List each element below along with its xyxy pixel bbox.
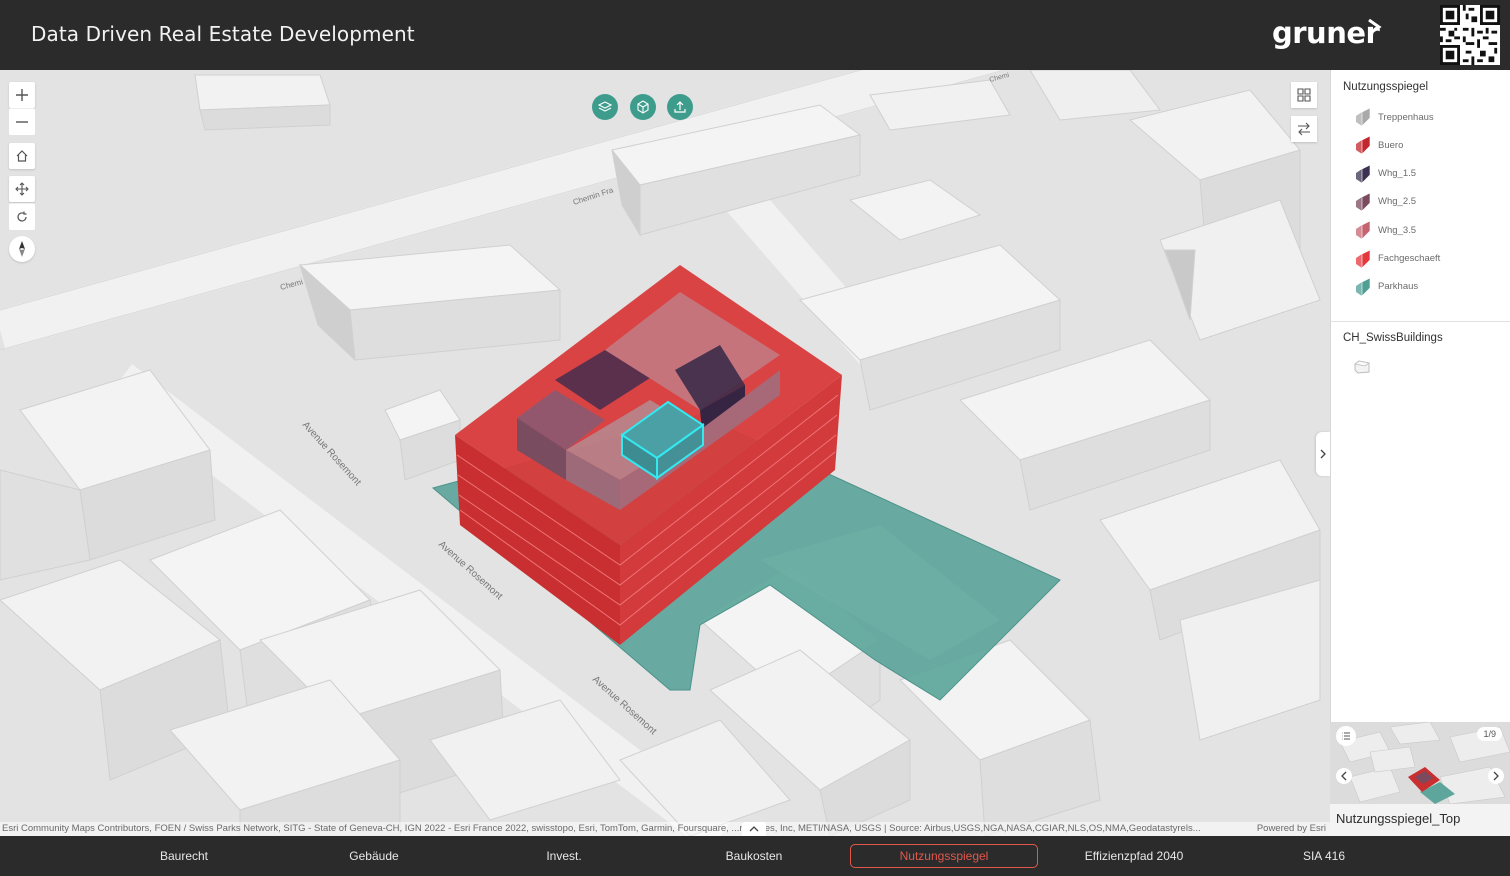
- slide-carousel[interactable]: 1/9 Nutzungsspiegel_Top: [1330, 722, 1510, 836]
- bottom-tab-bar: Baurecht Gebäude Invest. Baukosten Nutzungss…: [0, 836, 1510, 876]
- compass-button[interactable]: [9, 236, 35, 262]
- slide-list-button[interactable]: [1336, 726, 1356, 746]
- tab-baukosten[interactable]: Baukosten: [660, 844, 848, 868]
- minus-icon: [16, 121, 28, 123]
- tab-effizienzpfad-2040[interactable]: Effizienzpfad 2040: [1040, 844, 1228, 868]
- upload-button[interactable]: [667, 94, 693, 120]
- legend-item: Whg_2.5: [1353, 191, 1416, 213]
- pan-icon: [15, 182, 29, 196]
- map-attribution: Esri Community Maps Contributors, FOEN /…: [0, 822, 1330, 836]
- tab-geb-ude[interactable]: Gebäude: [280, 844, 468, 868]
- pan-button[interactable]: [9, 176, 35, 202]
- legend-divider: [1331, 321, 1510, 322]
- qr-code-icon: [1440, 5, 1500, 65]
- tab-invest[interactable]: Invest.: [470, 844, 658, 868]
- tab-nutzungsspiegel[interactable]: Nutzungsspiegel: [850, 844, 1038, 868]
- chevron-left-icon: [1341, 771, 1347, 781]
- app-header: Data Driven Real Estate Development grun…: [0, 0, 1510, 70]
- legend-item: Parkhaus: [1353, 276, 1418, 298]
- app-title: Data Driven Real Estate Development: [31, 22, 415, 46]
- legend-item-label: Buero: [1378, 139, 1404, 151]
- slide-prev-button[interactable]: [1336, 768, 1352, 784]
- chevron-right-icon: [1320, 449, 1326, 459]
- legend-item: Buero: [1353, 134, 1403, 156]
- slide-title: Nutzungsspiegel_Top: [1336, 811, 1461, 826]
- zoom-out-button[interactable]: [9, 108, 35, 135]
- legend-swatch-icon: [1356, 277, 1371, 297]
- qr-toggle-button[interactable]: [1291, 82, 1317, 108]
- slide-next-button[interactable]: [1488, 768, 1504, 784]
- swap-button[interactable]: [1291, 116, 1317, 142]
- legend-item-label: Parkhaus: [1378, 281, 1419, 293]
- legend-title: Nutzungsspiegel: [1343, 81, 1429, 93]
- tab-baurecht[interactable]: Baurecht: [90, 844, 278, 868]
- layers-button[interactable]: [592, 94, 618, 120]
- legend-swatch-icon: [1356, 135, 1371, 156]
- zoom-in-button[interactable]: [9, 82, 35, 108]
- upload-icon: [674, 101, 686, 113]
- basemap-icon: [637, 100, 649, 114]
- home-button[interactable]: [9, 143, 35, 169]
- legend-item-label: Fachgeschaeft: [1378, 253, 1441, 264]
- legend-item: Whg_3.5: [1353, 219, 1416, 241]
- chevron-right-icon: [1493, 771, 1499, 781]
- attribution-text: Esri Community Maps Contributors, FOEN /…: [2, 823, 1201, 834]
- rotate-icon: [17, 211, 27, 222]
- home-icon: [16, 150, 28, 162]
- powered-by-esri[interactable]: Powered by Esri: [1257, 822, 1326, 836]
- legend-swatch-icon: [1356, 164, 1371, 184]
- map-view[interactable]: Avenue Rosemont Avenue Rosemont Avenue R…: [0, 70, 1330, 836]
- slide-counter: 1/9: [1477, 727, 1502, 741]
- legend-item-label: Whg_3.5: [1378, 224, 1417, 236]
- layers-icon: [598, 101, 612, 112]
- swiss-buildings-swatch-icon: [1354, 360, 1370, 374]
- gruner-logo: gruner: [1272, 16, 1380, 50]
- logo-arrow-icon: [1368, 18, 1382, 36]
- legend-item-label: Treppenhaus: [1378, 111, 1434, 123]
- legend-layer2-title: CH_SwissBuildings: [1343, 332, 1443, 344]
- legend-item-label: Whg_2.5: [1378, 196, 1417, 208]
- grid-icon: [1297, 88, 1311, 102]
- legend-item: Fachgeschaeft: [1353, 248, 1440, 270]
- legend-swatch-icon: [1356, 249, 1371, 269]
- scene-3d[interactable]: Avenue Rosemont Avenue Rosemont Avenue R…: [0, 70, 1330, 836]
- legend-swatch-icon: [1356, 220, 1371, 240]
- legend-item: Whg_1.5: [1353, 163, 1416, 185]
- legend-swatch-icon: [1356, 107, 1371, 127]
- legend-item-label: Whg_1.5: [1378, 168, 1417, 180]
- compass-icon: [19, 241, 25, 257]
- basemap-button[interactable]: [630, 94, 656, 120]
- rotate-button[interactable]: [9, 203, 35, 230]
- attribution-expand-button[interactable]: [742, 822, 766, 836]
- tab-sia-416[interactable]: SIA 416: [1230, 844, 1418, 868]
- list-icon: [1342, 732, 1350, 740]
- legend-swatch-icon: [1356, 192, 1371, 212]
- plus-icon: [16, 89, 28, 101]
- legend-item: Treppenhaus: [1353, 106, 1434, 128]
- chevron-up-icon: [749, 826, 759, 832]
- panel-collapse-button[interactable]: [1316, 432, 1330, 476]
- swap-icon: [1298, 122, 1310, 136]
